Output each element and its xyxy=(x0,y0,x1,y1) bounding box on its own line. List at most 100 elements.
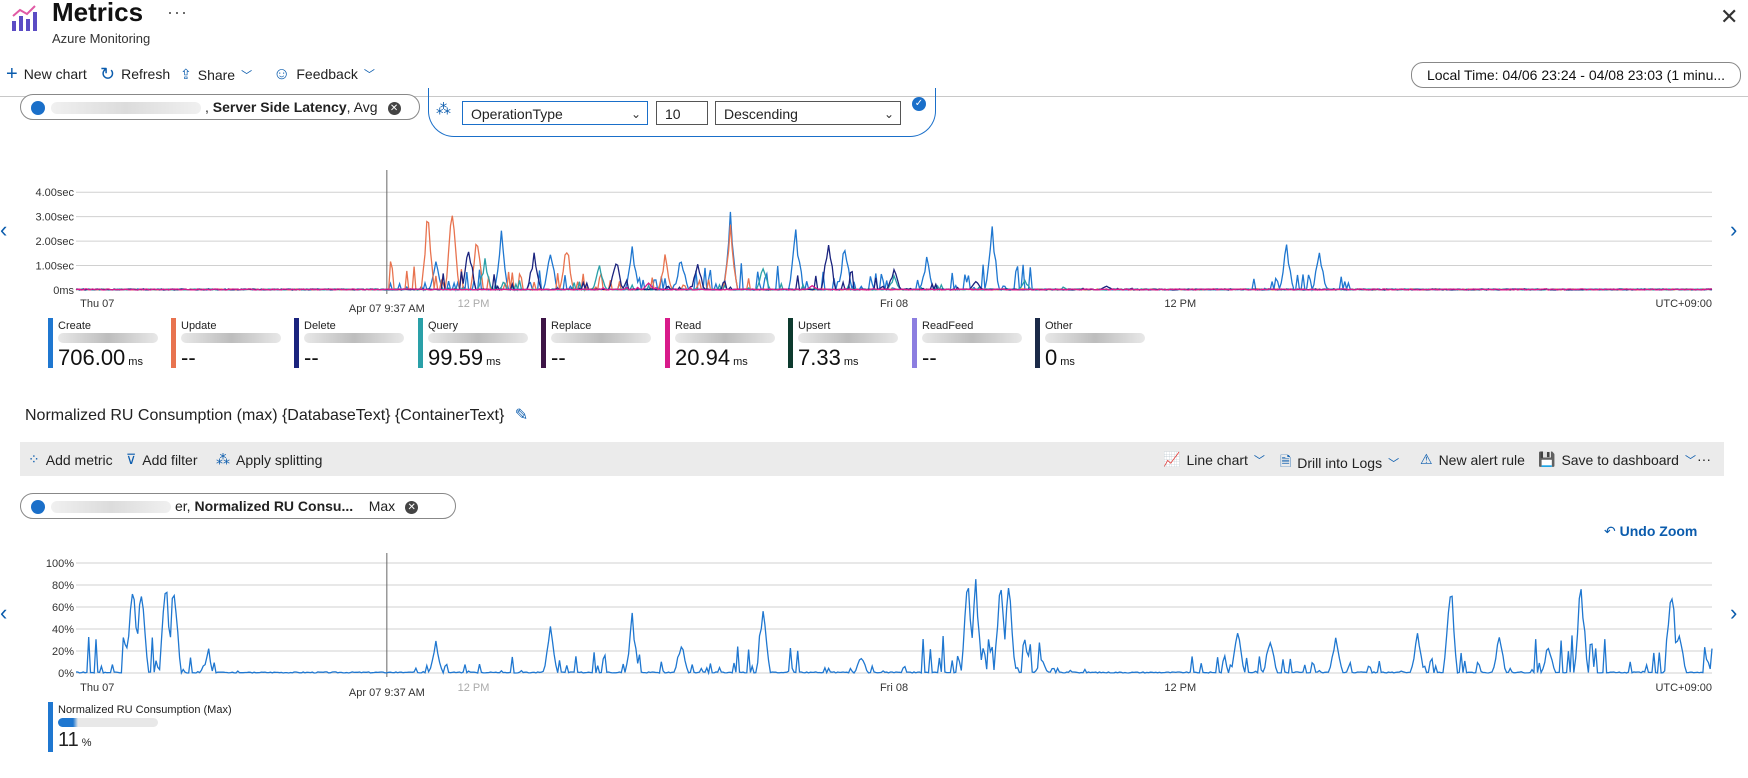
legend-color-bar xyxy=(1035,318,1040,368)
x-tick-label: 12 PM xyxy=(458,298,490,310)
series-line-normalized-ru-consumption-max- xyxy=(76,579,1713,676)
metric-aggregation: Max xyxy=(368,498,396,514)
feedback-button[interactable]: ☺ Feedback ﹀ xyxy=(273,64,375,83)
chevron-down-icon: ﹀ xyxy=(1253,454,1265,467)
legend-color-bar xyxy=(48,702,53,752)
legend-value: 706.00 ms xyxy=(58,345,143,370)
crosshair-time-label: Apr 07 9:37 AM xyxy=(349,303,425,315)
metric-name: Normalized RU Consu... xyxy=(194,498,354,514)
legend-item[interactable]: Normalized RU Consumption (Max) 11% xyxy=(48,702,288,752)
y-tick-label: 20% xyxy=(52,646,74,658)
legend-item-other[interactable]: Other 0 ms xyxy=(1035,318,1153,370)
x-tick-label: Thu 07 xyxy=(80,298,114,310)
legend-name: Read xyxy=(675,320,702,332)
metric-pill[interactable]: er, Normalized RU Consu... Max ✕ xyxy=(20,493,456,519)
legend-item-update[interactable]: Update -- xyxy=(171,318,289,370)
legend-name: Update xyxy=(181,320,217,332)
legend-item-readfeed[interactable]: ReadFeed -- xyxy=(912,318,1030,370)
legend-item-delete[interactable]: Delete -- xyxy=(294,318,412,370)
save-icon: 💾 xyxy=(1538,451,1556,467)
ru-consumption-chart[interactable]: 0% 20% 40% 60% 80% 100% Apr 07 9:37 AM Thu 07 12… xyxy=(0,550,1748,700)
smiley-icon: ☺ xyxy=(273,64,291,83)
chevron-down-icon: ﹀ xyxy=(1684,454,1696,467)
time-range-picker[interactable]: Local Time: 04/06 23:24 - 04/08 23:03 (1… xyxy=(1411,62,1741,88)
resource-globe-icon xyxy=(31,500,45,515)
redacted-resource xyxy=(304,333,404,343)
apply-split-check-icon[interactable]: ✓ xyxy=(912,97,926,111)
split-sort-select[interactable]: Descending ⌄ xyxy=(715,101,901,125)
more-commands-button[interactable]: ··· xyxy=(1697,451,1711,467)
legend-value: 11% xyxy=(58,729,92,751)
save-to-dashboard-button[interactable]: 💾 Save to dashboard ﹀ xyxy=(1538,451,1696,468)
apply-splitting-button[interactable]: ⁂ Apply splitting xyxy=(216,451,322,468)
more-options-button[interactable]: ··· xyxy=(167,2,188,23)
refresh-icon: ↻ xyxy=(100,64,116,84)
drill-into-logs-button[interactable]: 🗎 Drill into Logs ﹀ xyxy=(1280,451,1399,475)
y-tick-label: 100% xyxy=(46,558,74,570)
legend-item-create[interactable]: Create 706.00 ms xyxy=(48,318,166,370)
redacted-resource xyxy=(58,718,158,727)
share-icon: ⇪ xyxy=(180,66,192,82)
redacted-resource xyxy=(675,333,775,343)
legend-item-query[interactable]: Query 99.59 ms xyxy=(418,318,536,370)
new-chart-button[interactable]: + New chart xyxy=(6,64,87,84)
refresh-button[interactable]: ↻ Refresh xyxy=(100,64,170,84)
redacted-resource xyxy=(798,333,898,343)
legend-value: 20.94 ms xyxy=(675,345,748,370)
metric-pill[interactable]: , Server Side Latency, Avg ✕ xyxy=(20,94,420,120)
remove-metric-icon[interactable]: ✕ xyxy=(387,101,401,115)
series-line-delete xyxy=(76,245,1713,292)
legend-name: Normalized RU Consumption (Max) xyxy=(58,704,232,716)
new-alert-rule-button[interactable]: ⚠ New alert rule xyxy=(1420,451,1525,468)
chevron-down-icon: ﹀ xyxy=(363,69,375,81)
legend-value: -- xyxy=(922,345,937,370)
legend-item-replace[interactable]: Replace -- xyxy=(541,318,659,370)
split-dimension-select[interactable]: OperationType ⌄ xyxy=(462,101,648,125)
x-tick-label: UTC+09:00 xyxy=(1655,682,1712,694)
redacted-resource xyxy=(51,501,171,514)
edit-pencil-icon[interactable]: ✎ xyxy=(515,407,528,424)
legend-color-bar xyxy=(294,318,299,368)
legend-value: 99.59 ms xyxy=(428,345,501,370)
undo-zoom-button[interactable]: ↶ Undo Zoom xyxy=(1604,523,1697,540)
x-tick-label: 12 PM xyxy=(1164,682,1196,694)
share-button[interactable]: ⇪ Share ﹀ xyxy=(180,66,252,83)
logs-icon: 🗎 xyxy=(1280,453,1292,469)
chevron-down-icon: ⌄ xyxy=(630,107,641,121)
y-tick-label: 0% xyxy=(58,668,74,680)
legend-item-upsert[interactable]: Upsert 7.33 ms xyxy=(788,318,906,370)
chart-title: Normalized RU Consumption (max) {Databas… xyxy=(25,407,529,424)
legend-color-bar xyxy=(541,318,546,368)
line-chart-icon: 📈 xyxy=(1163,451,1181,467)
legend-name: Delete xyxy=(304,320,336,332)
alert-icon: ⚠ xyxy=(1420,451,1433,467)
x-tick-label: Fri 08 xyxy=(880,682,908,694)
y-tick-label: 40% xyxy=(52,624,74,636)
add-metric-button[interactable]: ⁘ Add metric xyxy=(28,451,113,468)
remove-metric-icon[interactable]: ✕ xyxy=(405,500,419,514)
chevron-down-icon: ﹀ xyxy=(241,69,253,82)
legend-value: 0 ms xyxy=(1045,345,1075,370)
metric-name: Server Side Latency xyxy=(212,99,347,115)
split-limit-input[interactable]: 10 xyxy=(656,101,708,125)
redacted-resource xyxy=(922,333,1022,343)
redacted-resource xyxy=(181,333,281,343)
legend-color-bar xyxy=(912,318,917,368)
latency-chart[interactable]: 0ms 1.00sec 2.00sec 3.00sec 4.00sec Apr 07 9:… xyxy=(0,160,1748,320)
legend-color-bar xyxy=(171,318,176,368)
redacted-resource xyxy=(551,333,651,343)
x-tick-label: Thu 07 xyxy=(80,682,114,694)
legend-item-read[interactable]: Read 20.94 ms xyxy=(665,318,783,370)
chevron-down-icon: ﹀ xyxy=(1388,458,1400,470)
y-tick-label: 4.00sec xyxy=(35,187,74,199)
legend-color-bar xyxy=(788,318,793,368)
series-line-query xyxy=(75,258,1713,292)
close-button[interactable]: ✕ xyxy=(1720,4,1738,30)
legend-value: -- xyxy=(551,345,566,370)
legend-color-bar xyxy=(418,318,423,368)
add-metric-icon: ⁘ xyxy=(28,451,40,467)
add-filter-button[interactable]: ⊽ Add filter xyxy=(126,451,198,468)
splitting-icon: ⁂ xyxy=(216,451,230,467)
line-chart-button[interactable]: 📈 Line chart ﹀ xyxy=(1163,451,1265,468)
legend-name: Other xyxy=(1045,320,1073,332)
